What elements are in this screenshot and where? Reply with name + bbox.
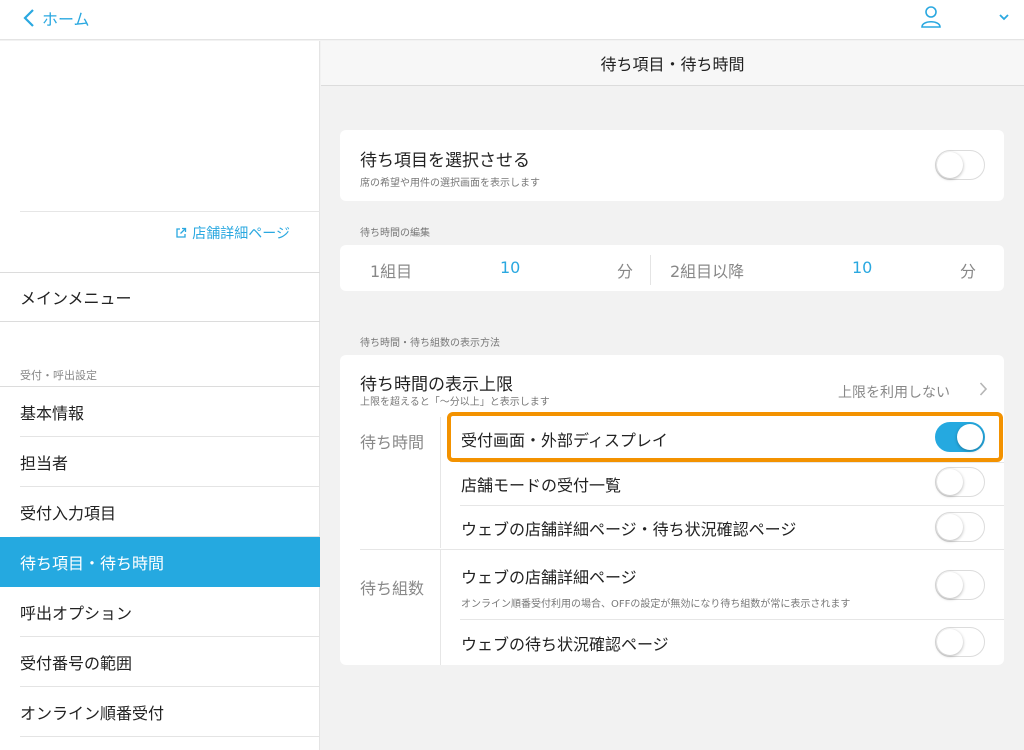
sidebar-item-label: 待ち項目・待ち時間 (20, 554, 165, 573)
row-divider (460, 462, 1004, 463)
back-button[interactable]: ホーム (22, 6, 90, 30)
select-wait-items-toggle[interactable] (935, 150, 985, 180)
sidebar-item-staff[interactable]: 担当者 (0, 437, 320, 487)
sidebar-item-label: オンライン順番受付 (20, 704, 165, 723)
wait-edit-label: 待ち時間の編集 (360, 228, 430, 239)
row-divider (460, 505, 1004, 506)
group-separator (360, 549, 1004, 550)
sidebar-item-label: 基本情報 (20, 404, 85, 423)
sidebar-item-input-fields[interactable]: 受付入力項目 (0, 487, 320, 537)
section-label: 受付・呼出設定 (20, 369, 97, 382)
sidebar-item-wait-settings[interactable]: 待ち項目・待ち時間 (0, 537, 320, 587)
main-menu-item[interactable]: メインメニュー (0, 272, 320, 322)
upper-limit-subtitle: 上限を超えると「〜分以上」と表示します (360, 397, 550, 408)
divider (650, 255, 651, 285)
sidebar: 店舗詳細ページ メインメニュー 受付・呼出設定 基本情報 担当者 受付入力項目 … (0, 41, 320, 750)
sidebar-item-label: 呼出オプション (20, 604, 133, 623)
wait-groups-row-sub: オンライン順番受付利用の場合、OFFの設定が無効になり待ち組数が常に表示されます (461, 599, 851, 610)
main-menu-label: メインメニュー (20, 289, 132, 308)
group-divider (440, 417, 441, 548)
sidebar-item-label: 受付入力項目 (20, 504, 117, 523)
chevron-left-icon (23, 9, 34, 27)
group1-value-input[interactable]: 10 (500, 258, 520, 277)
chevron-down-icon[interactable] (998, 12, 1010, 22)
sidebar-item-call-options[interactable]: 呼出オプション (0, 587, 320, 637)
wait-time-edit-card: 1組目 10 分 2組目以降 10 分 (340, 245, 1004, 291)
back-label: ホーム (42, 10, 90, 29)
store-detail-link-label: 店舗詳細ページ (192, 226, 290, 242)
wait-groups-row-label: ウェブの待ち状況確認ページ (461, 635, 669, 654)
select-wait-items-title: 待ち項目を選択させる (360, 151, 530, 171)
group2-value-input[interactable]: 10 (852, 258, 872, 277)
highlight-frame (447, 412, 1003, 462)
sidebar-nav: 基本情報 担当者 受付入力項目 待ち項目・待ち時間 呼出オプション 受付番号の範… (0, 386, 320, 737)
group1-label: 1組目 (370, 262, 413, 281)
select-wait-items-subtitle: 席の希望や用件の選択画面を表示します (360, 178, 540, 189)
upper-limit-value: 上限を利用しない (838, 385, 950, 401)
web-store-page-groups-toggle[interactable] (935, 570, 985, 600)
wait-time-row-label: ウェブの店舗詳細ページ・待ち状況確認ページ (461, 520, 797, 539)
sidebar-item-basic-info[interactable]: 基本情報 (0, 387, 320, 437)
display-method-label: 待ち時間・待ち組数の表示方法 (360, 338, 500, 349)
wait-time-group-label: 待ち時間 (360, 433, 425, 452)
row-divider (460, 619, 1004, 620)
external-link-icon (176, 227, 187, 238)
sidebar-item-number-range[interactable]: 受付番号の範囲 (0, 637, 320, 687)
wait-groups-row-label: ウェブの店舗詳細ページ (461, 568, 637, 587)
group2-unit: 分 (960, 262, 977, 281)
wait-time-row-label: 店舗モードの受付一覧 (461, 476, 622, 495)
user-icon[interactable] (920, 5, 942, 29)
page-title: 待ち項目・待ち時間 (321, 41, 1024, 86)
web-store-page-wait-toggle[interactable] (935, 512, 985, 542)
store-detail-link-row: 店舗詳細ページ (20, 211, 320, 272)
sidebar-item-online-queue[interactable]: オンライン順番受付 (0, 687, 320, 737)
chevron-right-icon (979, 382, 988, 396)
store-mode-list-toggle[interactable] (935, 467, 985, 497)
group2-label: 2組目以降 (670, 262, 745, 281)
sidebar-item-label: 担当者 (20, 454, 69, 473)
store-detail-link[interactable]: 店舗詳細ページ (175, 223, 290, 243)
display-method-card: 待ち時間の表示上限 上限を超えると「〜分以上」と表示します 上限を利用しない 待… (340, 355, 1004, 665)
group-divider (440, 550, 441, 665)
top-bar: ホーム (0, 0, 1024, 40)
web-status-page-groups-toggle[interactable] (935, 627, 985, 657)
wait-groups-label: 待ち組数 (360, 579, 425, 598)
upper-limit-title: 待ち時間の表示上限 (360, 375, 513, 395)
select-wait-items-card: 待ち項目を選択させる 席の希望や用件の選択画面を表示します (340, 130, 1004, 201)
group1-unit: 分 (617, 262, 634, 281)
sidebar-item-label: 受付番号の範囲 (20, 654, 133, 673)
